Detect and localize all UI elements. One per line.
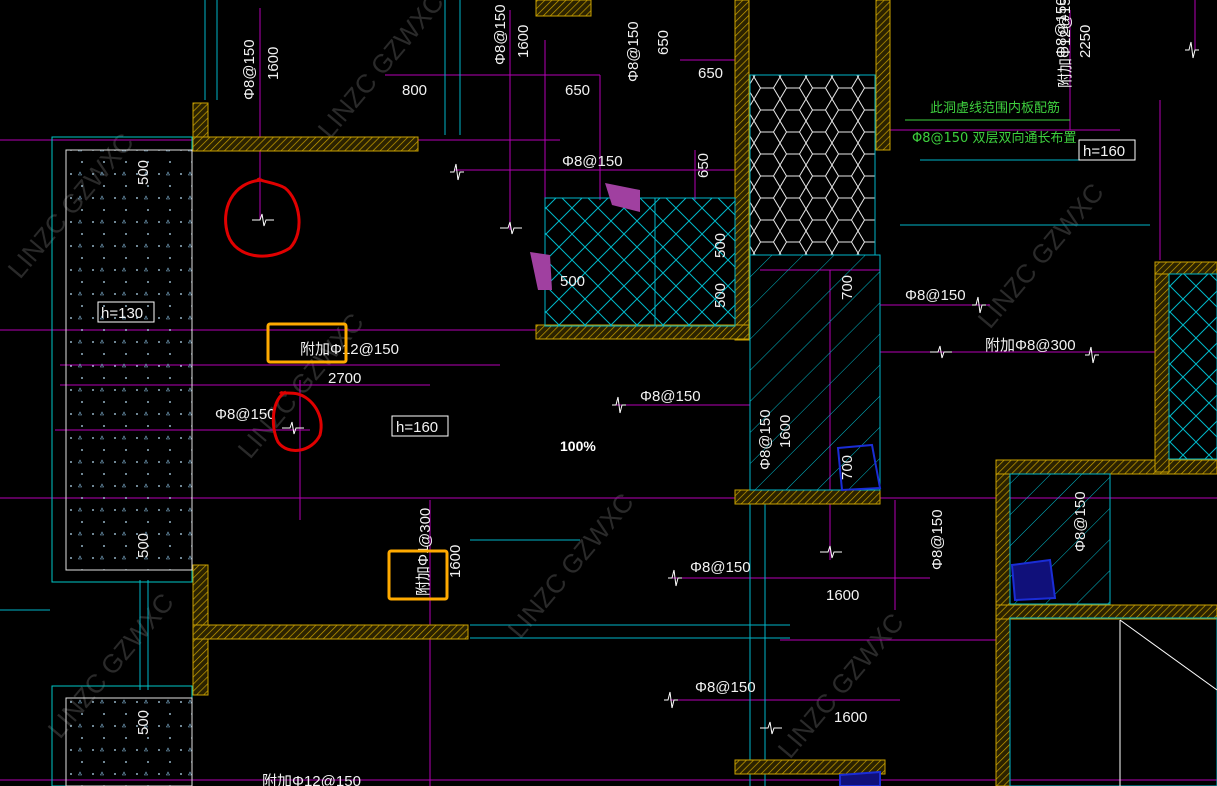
note-line-1: 此洞虚线范围内板配筋: [930, 100, 1060, 116]
additional-rebar-label: 附加Φ12@150: [300, 341, 399, 358]
cad-drawing-viewport[interactable]: LINZC GZWXC LINZC GZWXC LINZC GZWXC LINZ…: [0, 0, 1217, 786]
slab-thickness-label: h=160: [1083, 143, 1125, 160]
dimension-label: 1600: [777, 415, 794, 448]
rebar-label: Φ8@150: [690, 559, 751, 576]
watermark-text: LINZC GZWXC: [972, 177, 1110, 333]
dimension-label: 700: [839, 275, 856, 300]
dimension-label: 500: [712, 233, 729, 258]
rebar-label: Φ8@150: [640, 388, 701, 405]
dimension-label: 650: [695, 153, 712, 178]
zoom-level: 100%: [560, 438, 596, 454]
slab-thickness-label: h=160: [396, 419, 438, 436]
openings-hatch: [544, 74, 1217, 786]
dimension-label: 2250: [1077, 25, 1094, 58]
rebar-label: Φ8@150: [215, 406, 276, 423]
rebar-label: Φ8@150: [625, 21, 642, 82]
rebar-annotation-labels: Φ8@150 1600 Φ8@150 1600 Φ8@150 650 800 6…: [97, 0, 1136, 786]
dimension-label: 1600: [447, 545, 464, 578]
dimension-label: 500: [135, 160, 152, 185]
additional-rebar-label: 附加Φ1: [415, 546, 432, 596]
dimension-label: 500: [135, 710, 152, 735]
additional-rebar-label: 附加Φ12@150: [262, 773, 361, 786]
rebar-label: Φ8@150: [757, 409, 774, 470]
dimension-label: 1600: [834, 709, 867, 726]
rebar-label: Φ8@150: [492, 4, 509, 65]
rebar-label: Φ8@150: [695, 679, 756, 696]
watermark-text: LINZC GZWXC: [312, 0, 450, 144]
dimension-label: 500: [712, 283, 729, 308]
dimension-label: 800: [402, 82, 427, 99]
dimension-label: 500: [135, 533, 152, 558]
dimension-label: 2700: [328, 370, 361, 387]
dimension-label: 700: [839, 455, 856, 480]
dimension-label: 650: [655, 30, 672, 55]
dimension-label: 1600: [265, 47, 282, 80]
dimension-label: 500: [560, 273, 585, 290]
dimension-label: 1600: [826, 587, 859, 604]
dimension-label: 1600: [515, 25, 532, 58]
watermark-text: LINZC GZWXC: [772, 607, 910, 763]
structural-plan-drawing[interactable]: LINZC GZWXC LINZC GZWXC LINZC GZWXC LINZ…: [0, 0, 1217, 786]
opening-rebar-note: 此洞虚线范围内板配筋 Φ8@150 双层双向通长布置: [905, 100, 1076, 146]
watermark-text: LINZC GZWXC: [502, 487, 640, 643]
rebar-label: Φ8@150: [905, 287, 966, 304]
rebar-label: @300: [417, 508, 434, 548]
rebar-label: Φ8@150: [562, 153, 623, 170]
rebar-label: Φ8@150: [241, 39, 258, 100]
dimension-label: 650: [698, 65, 723, 82]
note-line-2: Φ8@150 双层双向通长布置: [912, 130, 1076, 146]
rebar-label: Φ8@150: [929, 509, 946, 570]
dimension-label: 650: [565, 82, 590, 99]
additional-rebar-label: 附加Φ8@300: [985, 337, 1076, 354]
slab-thickness-label: h=130: [101, 305, 143, 322]
additional-rebar-label: 附加Φ12@150: [1057, 0, 1074, 88]
rebar-label: Φ8@150: [1072, 491, 1089, 552]
